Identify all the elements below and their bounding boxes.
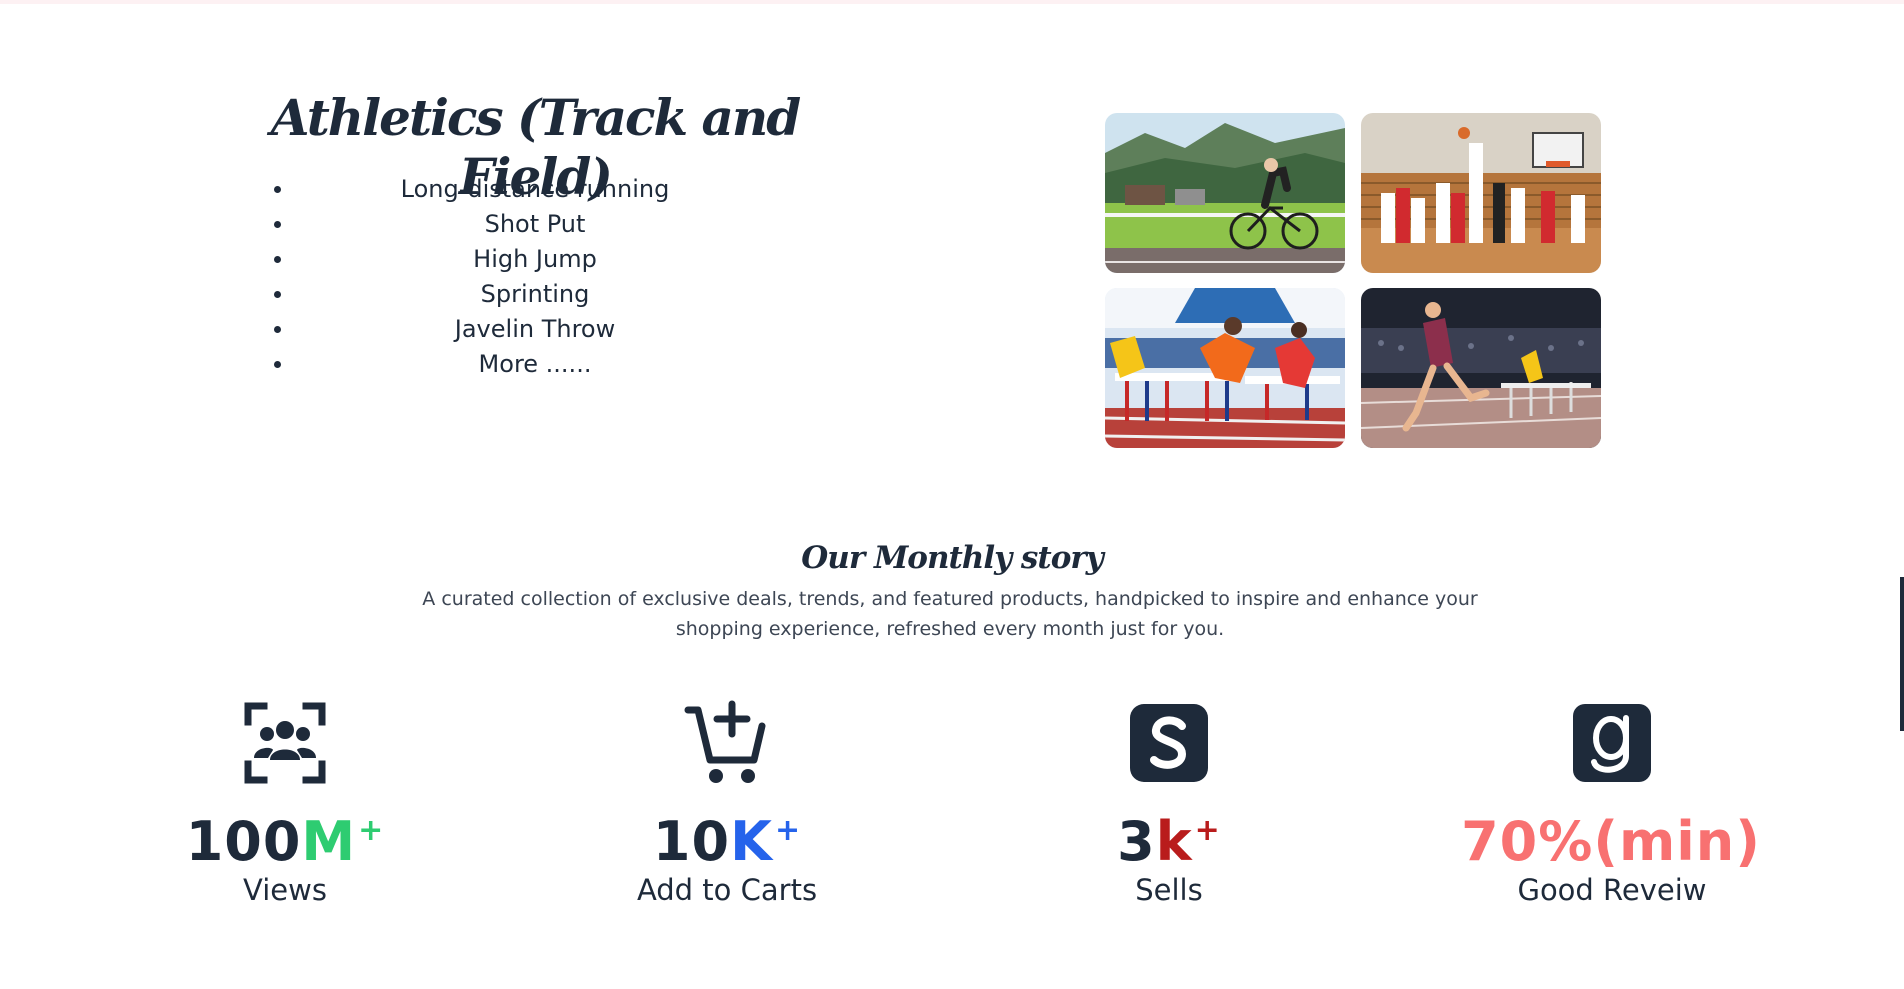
stat-good-review: 70%(min) Good Reveiw <box>1422 690 1802 930</box>
list-item-label: Sprinting <box>480 280 590 308</box>
list-item: Javelin Throw <box>270 312 800 347</box>
list-item: Sprinting <box>270 277 800 312</box>
list-item: Shot Put <box>270 207 800 242</box>
stat-sells: 3k+ Sells <box>979 690 1359 930</box>
sports-list: Long-distance running Shot Put High Jump… <box>270 172 800 382</box>
bullet-icon <box>274 326 281 333</box>
photo-gallery <box>1105 113 1601 448</box>
skype-style-s-icon <box>1124 698 1214 788</box>
list-item: High Jump <box>270 242 800 277</box>
stat-plus: + <box>358 813 385 848</box>
story-title: Our Monthly story <box>801 540 1103 576</box>
list-item-label: Shot Put <box>484 210 586 238</box>
stat-plus: + <box>774 813 802 848</box>
stat-number: 100M+ <box>95 796 475 877</box>
list-item-label: Long-distance running <box>400 175 670 203</box>
bullet-icon <box>274 291 281 298</box>
hurdles-photo <box>1105 288 1345 448</box>
stat-suffix: M <box>301 810 357 873</box>
users-scan-icon <box>240 698 330 788</box>
stat-add-to-carts: 10K+ Add to Carts <box>537 690 917 930</box>
basketball-photo <box>1361 113 1601 273</box>
list-item-label: High Jump <box>473 245 597 273</box>
cart-plus-icon <box>682 698 772 788</box>
list-item-label: More ...... <box>478 350 592 378</box>
stat-suffix: 70%(min) <box>1461 810 1761 873</box>
athletics-section: Athletics (Track and Field) Long-distanc… <box>0 0 1904 470</box>
stat-label: Good Reveiw <box>1517 873 1707 907</box>
runner-photo <box>1361 288 1601 448</box>
story-description: A curated collection of exclusive deals,… <box>422 588 1478 640</box>
stat-number: 10K+ <box>537 796 917 877</box>
stat-suffix: K <box>730 810 773 873</box>
stat-value: 3 <box>1117 810 1156 873</box>
list-item: Long-distance running <box>270 172 800 207</box>
stat-label: Views <box>243 873 327 907</box>
stat-suffix: k <box>1155 810 1193 873</box>
stat-value: 100 <box>185 810 302 873</box>
stat-plus: + <box>1194 813 1221 848</box>
bullet-icon <box>274 361 281 368</box>
bullet-icon <box>274 256 281 263</box>
stat-views: 100M+ Views <box>95 690 475 930</box>
stats-row: 100M+ Views 10K+ Add to Carts 3k+ Sells … <box>0 690 1904 930</box>
stat-number: 70%(min) <box>1422 796 1802 877</box>
cyclist-photo <box>1105 113 1345 273</box>
scrollbar-thumb[interactable] <box>1900 577 1904 731</box>
list-item: More ...... <box>270 347 800 382</box>
stat-label: Sells <box>1135 873 1203 907</box>
goodreads-g-icon <box>1567 698 1657 788</box>
list-item-label: Javelin Throw <box>454 315 616 343</box>
stat-label: Add to Carts <box>636 873 818 907</box>
stat-value: 10 <box>652 810 731 873</box>
bullet-icon <box>274 221 281 228</box>
stat-number: 3k+ <box>979 796 1359 877</box>
bullet-icon <box>274 186 281 193</box>
